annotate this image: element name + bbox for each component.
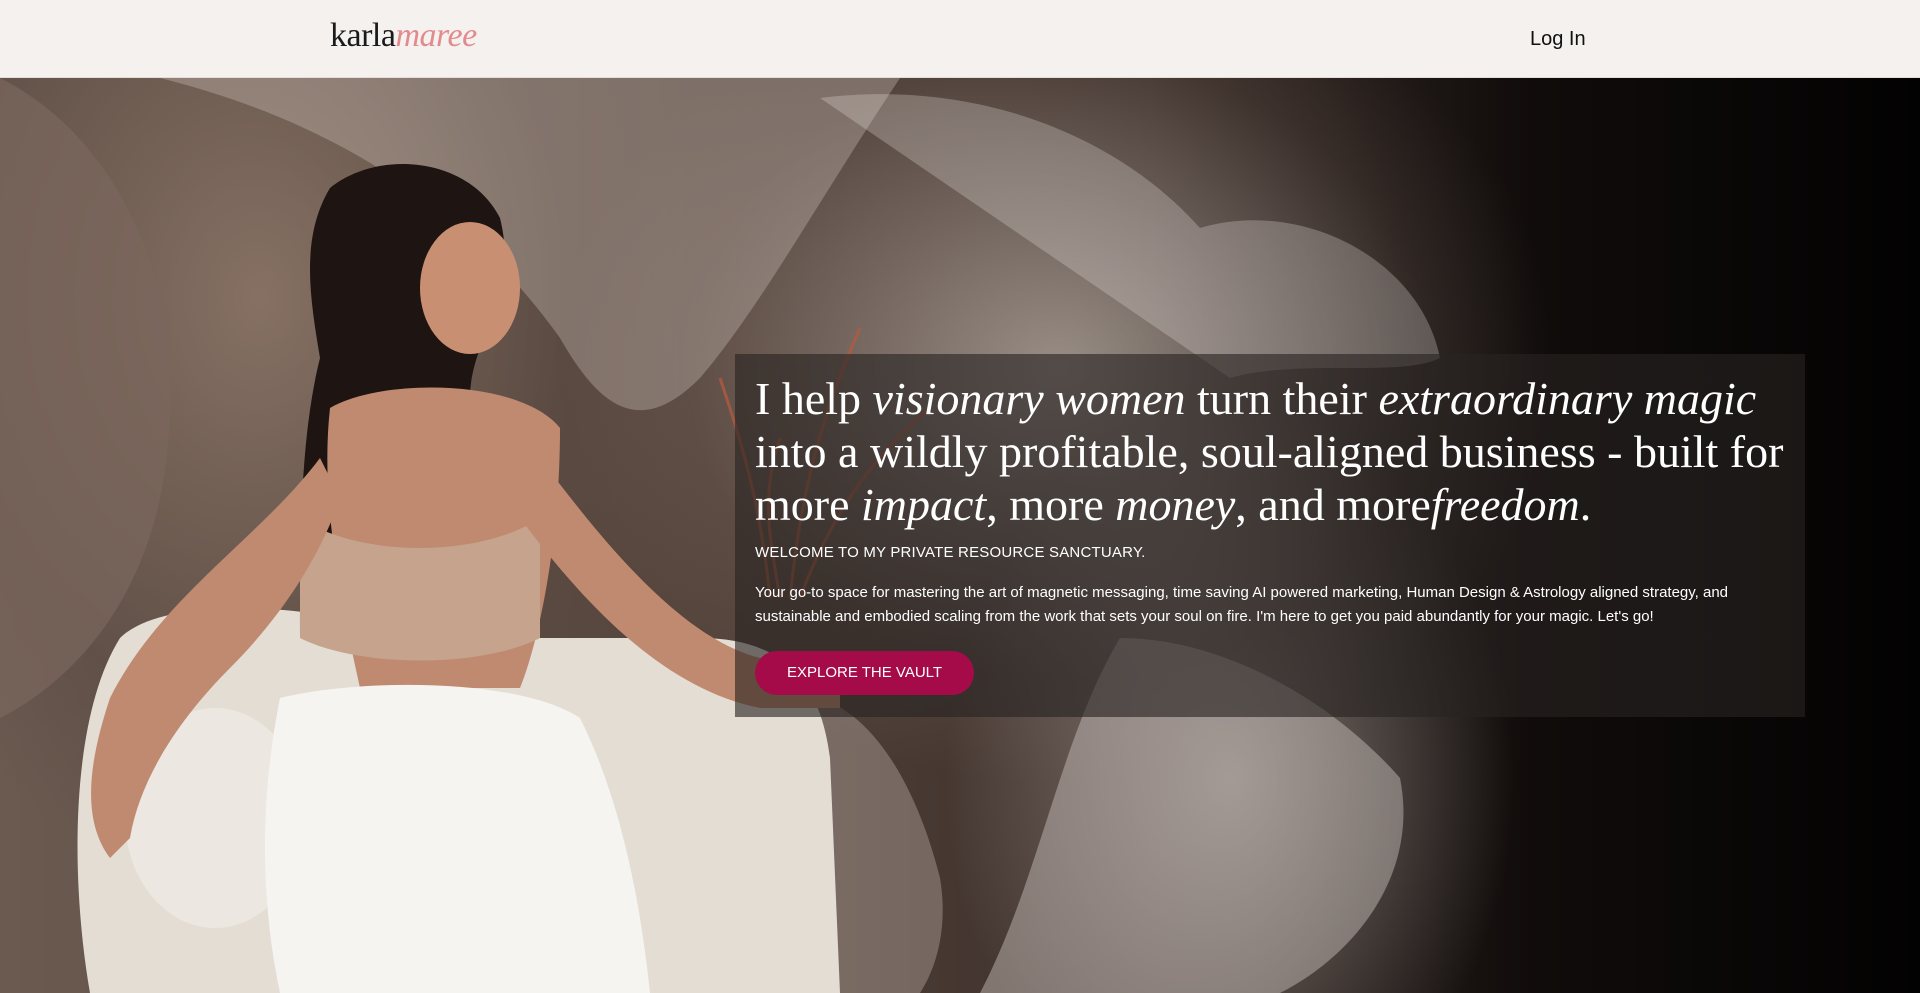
hero-description: Your go-to space for mastering the art o…	[755, 584, 1729, 625]
site-logo[interactable]: karlamaree	[330, 16, 477, 56]
hero-section: I help visionary women turn their extrao…	[0, 78, 1920, 993]
headline-text: I help	[755, 373, 873, 424]
headline-text: , more	[986, 479, 1116, 530]
headline-text: turn their	[1185, 373, 1379, 424]
headline-emphasis: money	[1115, 479, 1236, 530]
explore-vault-button[interactable]: EXPLORE THE VAULT	[755, 651, 975, 695]
headline-text: , and more	[1235, 479, 1431, 530]
hero-content-panel: I help visionary women turn their extrao…	[735, 354, 1805, 717]
headline-text: .	[1579, 479, 1592, 530]
logo-text-maree: maree	[395, 17, 477, 54]
headline-emphasis: freedom	[1430, 479, 1580, 530]
headline-emphasis: extraordinary magic	[1378, 373, 1757, 424]
login-link[interactable]: Log In	[1530, 26, 1586, 52]
site-header: karlamaree Log In	[0, 0, 1920, 78]
logo-text-karla: karla	[330, 17, 396, 54]
hero-headline: I help visionary women turn their extrao…	[755, 372, 1795, 531]
figure-face	[420, 222, 520, 354]
headline-emphasis: visionary women	[872, 373, 1186, 424]
petal-left	[0, 78, 171, 718]
headline-emphasis: impact	[861, 479, 987, 530]
petal-right	[820, 94, 1440, 379]
welcome-text: WELCOME TO MY PRIVATE RESOURCE SANCTUARY…	[755, 544, 1146, 561]
